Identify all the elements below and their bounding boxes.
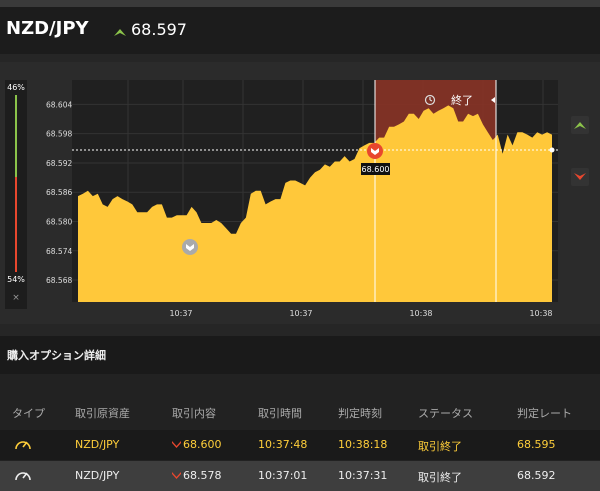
table-row[interactable]: NZD/JPY 68.578 10:37:01 10:37:31 取引終了 68… xyxy=(0,461,600,491)
trade-price: 68.600 xyxy=(183,438,222,451)
up-arrow-icon xyxy=(574,122,586,129)
currency-pair-title: NZD/JPY xyxy=(6,18,89,39)
price-chart: 終了 68.60468.59868.59268.58668.58068.5746… xyxy=(46,80,558,318)
current-rate: 68.597 xyxy=(131,20,187,39)
y-tick-label: 68.586 xyxy=(46,188,72,197)
y-tick-label: 68.592 xyxy=(46,159,72,168)
judge-time-cell: 10:37:31 xyxy=(338,469,388,482)
trade-time-cell: 10:37:48 xyxy=(258,438,308,451)
judge-time-cell: 10:38:18 xyxy=(338,438,388,451)
down-arrow-icon xyxy=(574,173,586,180)
y-tick-label: 68.580 xyxy=(46,217,72,226)
x-tick-label: 10:37 xyxy=(169,309,192,318)
x-tick-label: 10:38 xyxy=(529,309,552,318)
x-tick-label: 10:38 xyxy=(409,309,432,318)
low-button[interactable] xyxy=(571,168,589,186)
section-title: 購入オプション詳細 xyxy=(7,349,106,362)
timer-icon xyxy=(15,441,31,450)
trade-content-cell: 68.578 xyxy=(172,469,222,482)
table-row[interactable]: NZD/JPY 68.600 10:37:48 10:38:18 取引終了 68… xyxy=(0,430,600,460)
column-header: ステータス xyxy=(418,407,473,420)
timer-icon xyxy=(15,472,31,481)
high-button[interactable] xyxy=(571,116,589,134)
column-header: 取引原資産 xyxy=(75,407,130,420)
status-cell: 取引終了 xyxy=(418,471,462,484)
column-header: タイプ xyxy=(12,407,45,420)
trade-price: 68.578 xyxy=(183,469,222,482)
header-bar: NZD/JPY 68.597 xyxy=(0,7,600,54)
column-header: 取引内容 xyxy=(172,407,216,420)
judge-rate-cell: 68.592 xyxy=(517,469,556,482)
column-header: 判定時刻 xyxy=(338,407,382,420)
x-tick-label: 10:37 xyxy=(289,309,312,318)
trade-content-cell: 68.600 xyxy=(172,438,222,451)
column-header: 判定レート xyxy=(517,407,572,420)
expiry-label: 終了 xyxy=(451,93,473,107)
column-header: 取引時間 xyxy=(258,407,302,420)
entry-rate-label: 68.600 xyxy=(362,165,390,174)
options-table: タイプ 取引原資産 取引内容 取引時間 判定時刻 ステータス 判定レート NZD… xyxy=(0,374,600,491)
down-arrow-icon xyxy=(172,472,181,479)
y-tick-label: 68.604 xyxy=(46,100,72,109)
section-header: 購入オプション詳細 xyxy=(0,336,600,374)
asset-cell: NZD/JPY xyxy=(75,469,120,482)
status-cell: 取引終了 xyxy=(418,440,462,453)
current-rate-dot xyxy=(549,147,555,153)
down-arrow-icon xyxy=(172,441,181,448)
trade-time-cell: 10:37:01 xyxy=(258,469,308,482)
asset-cell: NZD/JPY xyxy=(75,438,120,451)
y-axis-ticks: 68.604 68.598 68.592 68.586 68.580 68.574 68.5… xyxy=(46,100,72,285)
up-arrow-icon xyxy=(114,29,126,36)
judge-rate-cell: 68.595 xyxy=(517,438,556,451)
trade-marker-1 xyxy=(182,239,198,255)
y-tick-label: 68.568 xyxy=(46,276,72,285)
top-strip xyxy=(0,0,600,7)
y-tick-label: 68.598 xyxy=(46,130,72,139)
y-tick-label: 68.574 xyxy=(46,247,72,256)
x-axis-ticks: 10:37 10:37 10:38 10:38 xyxy=(169,309,552,318)
